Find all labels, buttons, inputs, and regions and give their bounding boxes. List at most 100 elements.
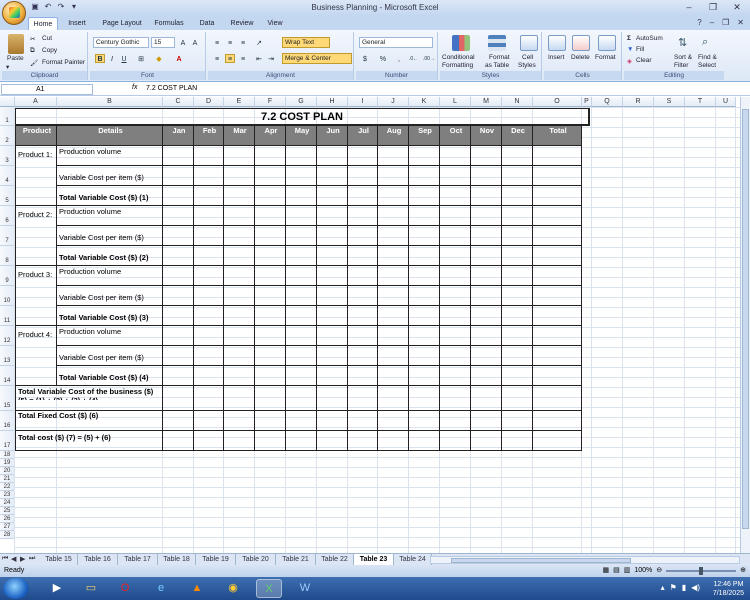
font-color-icon[interactable]: A [174, 54, 184, 63]
value-cell[interactable] [255, 166, 286, 186]
zoom-in-icon[interactable]: ⊕ [740, 565, 746, 577]
media-player-icon[interactable]: ▶ [44, 579, 70, 598]
value-cell[interactable] [533, 246, 582, 266]
cut-button[interactable]: Cut [42, 35, 52, 42]
value-cell[interactable] [224, 346, 255, 366]
align-bottom-icon[interactable]: ≡ [238, 38, 248, 47]
product-name-cell[interactable]: Product 1: [15, 146, 57, 206]
value-cell[interactable] [378, 246, 409, 266]
column-header-r[interactable]: R [623, 97, 654, 107]
value-cell[interactable] [502, 226, 533, 246]
header-cell[interactable]: Details [57, 126, 163, 146]
value-cell[interactable] [409, 386, 440, 411]
value-cell[interactable] [471, 326, 502, 346]
value-cell[interactable] [194, 366, 224, 386]
value-cell[interactable] [533, 206, 582, 226]
row-header-3[interactable]: 3 [0, 146, 15, 166]
value-cell[interactable] [255, 346, 286, 366]
column-header-d[interactable]: D [194, 97, 224, 107]
detail-cell[interactable]: Production volume [57, 206, 163, 226]
header-cell[interactable]: Mar [224, 126, 255, 146]
vertical-scrollbar[interactable] [740, 97, 750, 553]
column-header-m[interactable]: M [471, 97, 502, 107]
paste-button[interactable]: Paste [7, 55, 24, 62]
value-cell[interactable] [533, 166, 582, 186]
value-cell[interactable] [348, 286, 378, 306]
clear-icon[interactable]: ◈ [627, 57, 632, 65]
column-header-p[interactable]: P [582, 97, 592, 107]
value-cell[interactable] [348, 306, 378, 326]
value-cell[interactable] [194, 266, 224, 286]
underline-button[interactable]: U [119, 54, 129, 63]
name-box[interactable]: A1 [1, 84, 93, 95]
value-cell[interactable] [286, 346, 317, 366]
row-header-16[interactable]: 16 [0, 411, 15, 431]
value-cell[interactable] [471, 286, 502, 306]
value-cell[interactable] [224, 411, 255, 431]
row-header-6[interactable]: 6 [0, 206, 15, 226]
row-header-1[interactable]: 1 [0, 107, 15, 126]
borders-icon[interactable]: ⊞ [136, 54, 146, 63]
decrease-indent-icon[interactable]: ⇤ [254, 54, 264, 63]
value-cell[interactable] [378, 226, 409, 246]
value-cell[interactable] [286, 326, 317, 346]
value-cell[interactable] [378, 386, 409, 411]
value-cell[interactable] [348, 266, 378, 286]
value-cell[interactable] [163, 266, 194, 286]
value-cell[interactable] [194, 166, 224, 186]
conditional-formatting-button[interactable]: Conditional [442, 54, 475, 61]
row-header-10[interactable]: 10 [0, 286, 15, 306]
clear-button[interactable]: Clear [636, 57, 652, 64]
value-cell[interactable] [440, 306, 471, 326]
column-header-o[interactable]: O [533, 97, 582, 107]
value-cell[interactable] [378, 431, 409, 451]
value-cell[interactable] [194, 386, 224, 411]
value-cell[interactable] [224, 366, 255, 386]
table-title[interactable]: 7.2 COST PLAN [15, 108, 590, 126]
row-header-25[interactable]: 25 [0, 507, 15, 515]
value-cell[interactable] [194, 431, 224, 451]
autosum-button[interactable]: AutoSum [636, 35, 663, 42]
value-cell[interactable] [194, 326, 224, 346]
decrease-decimal-icon[interactable]: .00→ [422, 54, 435, 63]
shrink-font-icon[interactable]: A [190, 38, 200, 47]
value-cell[interactable] [163, 246, 194, 266]
bold-button[interactable]: B [95, 54, 105, 63]
value-cell[interactable] [471, 386, 502, 411]
increase-decimal-icon[interactable]: .0← [408, 54, 418, 63]
value-cell[interactable] [440, 226, 471, 246]
value-cell[interactable] [502, 346, 533, 366]
horizontal-scroll-thumb[interactable] [451, 558, 631, 563]
tray-arrow-icon[interactable]: ▴ [661, 583, 665, 592]
value-cell[interactable] [533, 346, 582, 366]
value-cell[interactable] [224, 206, 255, 226]
value-cell[interactable] [224, 431, 255, 451]
value-cell[interactable] [348, 326, 378, 346]
comma-button[interactable]: , [394, 54, 404, 63]
value-cell[interactable] [317, 386, 348, 411]
value-cell[interactable] [440, 246, 471, 266]
value-cell[interactable] [224, 286, 255, 306]
cell-styles-icon[interactable] [520, 35, 538, 51]
value-cell[interactable] [502, 366, 533, 386]
tab-page-layout[interactable]: Page Layout [98, 17, 146, 30]
value-cell[interactable] [348, 166, 378, 186]
row-header-2[interactable]: 2 [0, 126, 15, 146]
value-cell[interactable] [409, 366, 440, 386]
last-sheet-icon[interactable]: ⏭ [29, 555, 35, 563]
row-header-23[interactable]: 23 [0, 491, 15, 499]
value-cell[interactable] [317, 206, 348, 226]
opera-icon[interactable]: O [112, 579, 138, 598]
restore-button[interactable]: ❐ [702, 1, 724, 14]
value-cell[interactable] [255, 226, 286, 246]
value-cell[interactable] [440, 186, 471, 206]
value-cell[interactable] [194, 226, 224, 246]
cut-icon[interactable]: ✂ [30, 35, 35, 43]
row-header-22[interactable]: 22 [0, 483, 15, 491]
font-size-select[interactable]: 15 [151, 37, 175, 48]
tab-data[interactable]: Data [196, 17, 218, 30]
value-cell[interactable] [471, 431, 502, 451]
value-cell[interactable] [409, 286, 440, 306]
value-cell[interactable] [317, 306, 348, 326]
value-cell[interactable] [533, 306, 582, 326]
